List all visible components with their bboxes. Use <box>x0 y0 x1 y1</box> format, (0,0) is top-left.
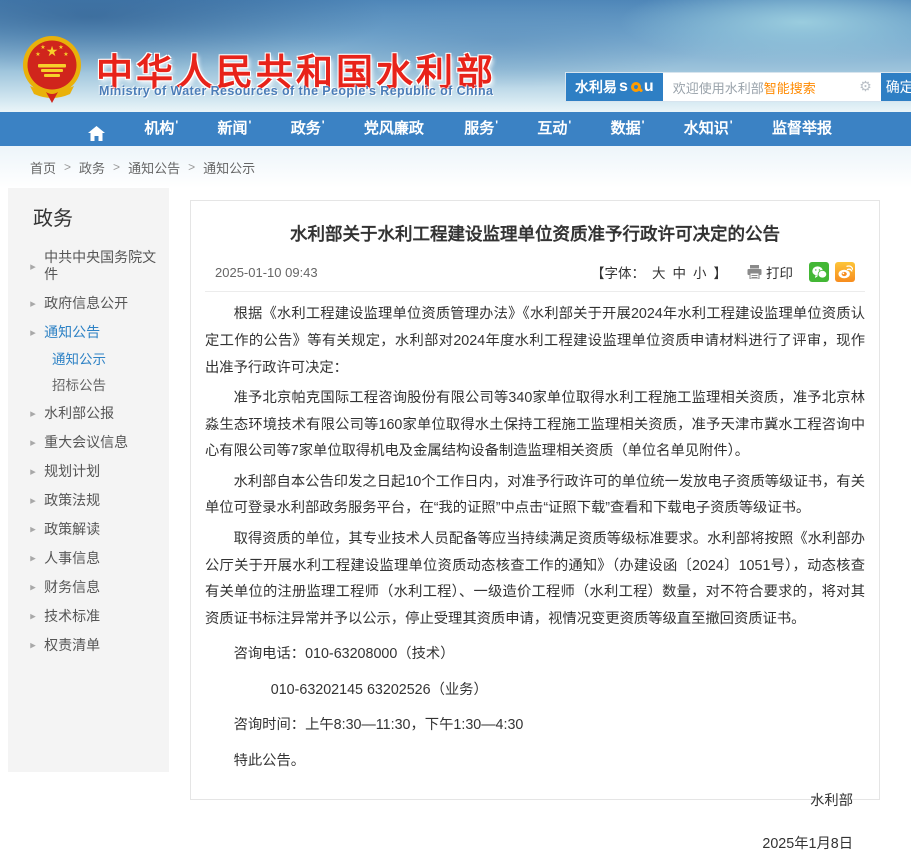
triangle-icon: ▶ <box>30 551 36 566</box>
svg-text:★: ★ <box>63 51 68 58</box>
triangle-icon: ▶ <box>30 493 36 508</box>
site-subtitle: Ministry of Water Resources of the Peopl… <box>99 84 493 98</box>
breadcrumb-separator: > <box>188 160 195 174</box>
sidebar-item-renshixinxi[interactable]: ▶人事信息 <box>8 544 169 573</box>
svg-text:★: ★ <box>46 43 59 59</box>
nav-item-shuizhishi[interactable]: 水知识' <box>684 112 733 146</box>
site-banner: ★ ★ ★ ★ ★ 中华人民共和国水利部 Ministry of Water R… <box>0 0 911 112</box>
triangle-icon: ▶ <box>30 435 36 450</box>
nav-item-xinwen[interactable]: 新闻' <box>218 112 252 146</box>
paragraph: 根据《水利工程建设监理单位资质管理办法》《水利部关于开展2024年水利工程建设监… <box>205 301 865 381</box>
gear-icon[interactable]: ⚙ <box>859 80 872 94</box>
contact-time-line: 咨询时间：上午8:30—11:30，下午1:30—4:30 <box>205 712 865 739</box>
font-label-close: 】 <box>714 262 728 282</box>
triangle-icon: ▶ <box>30 406 36 421</box>
triangle-icon: ▶ <box>30 325 36 340</box>
sidebar: 政务 ▶中共中央国务院文件 ▶政府信息公开 ▶通知公告 通知公示 招标公告 ▶水… <box>8 188 169 772</box>
magnifier-icon <box>631 82 641 92</box>
search-input[interactable]: 欢迎使用水利部 智能搜索 ⚙ <box>663 73 879 101</box>
sidebar-item-zhonggong-wenjian[interactable]: ▶中共中央国务院文件 <box>8 243 169 289</box>
article-title: 水利部关于水利工程建设监理单位资质准予行政许可决定的公告 <box>205 201 865 247</box>
triangle-icon: ▶ <box>30 638 36 653</box>
contact-phone-line-1: 咨询电话：010-63208000（技术） <box>205 641 865 668</box>
search-placeholder-highlight: 智能搜索 <box>764 78 816 97</box>
triangle-icon: ▶ <box>30 258 36 273</box>
signature-name: 水利部 <box>205 789 853 810</box>
sidebar-subitem-zhaobiaogonggao[interactable]: 招标公告 <box>8 373 169 399</box>
search-confirm-button[interactable]: 确定 <box>879 73 911 101</box>
search-bar: 水利易 s u 欢迎使用水利部 智能搜索 ⚙ 确定 <box>565 72 911 102</box>
closing-line: 特此公告。 <box>205 748 865 775</box>
font-size-medium[interactable]: 中 <box>673 262 687 282</box>
nav-item-jiandujubao[interactable]: 监督举报 <box>772 112 833 146</box>
nav-item-hudong[interactable]: 互动' <box>537 112 571 146</box>
svg-text:★: ★ <box>40 44 45 51</box>
triangle-icon: ▶ <box>30 522 36 537</box>
sidebar-item-quanzeqingdan[interactable]: ▶权责清单 <box>8 631 169 660</box>
sidebar-item-huiyixinxi[interactable]: ▶重大会议信息 <box>8 428 169 457</box>
search-brand: 水利易 s u <box>566 73 663 101</box>
font-size-large[interactable]: 大 <box>652 262 666 282</box>
article-container: 水利部关于水利工程建设监理单位资质准予行政许可决定的公告 2025-01-10 … <box>190 200 880 800</box>
breadcrumb-home[interactable]: 首页 <box>30 158 56 177</box>
search-placeholder: 欢迎使用水利部 <box>673 78 764 97</box>
sidebar-subitem-tongzhigongshi[interactable]: 通知公示 <box>8 347 169 373</box>
breadcrumb-separator: > <box>113 160 120 174</box>
contact-phone-line-2: 010-63202145 63202526（业务） <box>205 677 865 704</box>
page: ★ ★ ★ ★ ★ 中华人民共和国水利部 Ministry of Water R… <box>0 0 911 785</box>
sidebar-heading: 政务 <box>8 188 169 243</box>
breadcrumb-separator: > <box>64 160 71 174</box>
search-brand-u: u <box>644 78 654 96</box>
article-body: 根据《水利工程建设监理单位资质管理办法》《水利部关于开展2024年水利工程建设监… <box>205 292 865 774</box>
print-label: 打印 <box>766 262 793 282</box>
nav-item-shuju[interactable]: 数据' <box>611 112 645 146</box>
svg-text:★: ★ <box>35 51 40 58</box>
publish-date: 2025-01-10 09:43 <box>215 265 318 280</box>
breadcrumb: 首页 > 政务 > 通知公告 > 通知公示 <box>0 146 911 188</box>
nav-item-dangfeng[interactable]: 党风廉政 <box>364 112 425 146</box>
triangle-icon: ▶ <box>30 464 36 479</box>
breadcrumb-zhengwu[interactable]: 政务 <box>79 158 105 177</box>
nav-item-jigou[interactable]: 机构' <box>144 112 178 146</box>
wechat-share-icon[interactable] <box>809 262 829 282</box>
triangle-icon: ▶ <box>30 609 36 624</box>
printer-icon <box>747 265 762 279</box>
sidebar-item-jishubiaozhun[interactable]: ▶技术标准 <box>8 602 169 631</box>
triangle-icon: ▶ <box>30 296 36 311</box>
sidebar-item-zhengcefagui[interactable]: ▶政策法规 <box>8 486 169 515</box>
main-area: 政务 ▶中共中央国务院文件 ▶政府信息公开 ▶通知公告 通知公示 招标公告 ▶水… <box>0 188 911 785</box>
weibo-share-icon[interactable] <box>835 262 855 282</box>
font-label-open: 【字体： <box>591 262 645 282</box>
national-emblem-icon: ★ ★ ★ ★ ★ <box>20 34 84 104</box>
sidebar-item-xinxigongkai[interactable]: ▶政府信息公开 <box>8 289 169 318</box>
font-size-control: 【字体： 大 中 小 】 <box>591 262 727 282</box>
sidebar-item-guihuajihua[interactable]: ▶规划计划 <box>8 457 169 486</box>
paragraph: 取得资质的单位，其专业技术人员配备等应当持续满足资质等级标准要求。水利部将按照《… <box>205 526 865 632</box>
sidebar-item-caiwuxinxi[interactable]: ▶财务信息 <box>8 573 169 602</box>
nav-item-zhengwu[interactable]: 政务' <box>291 112 325 146</box>
nav-item-fuwu[interactable]: 服务' <box>464 112 498 146</box>
breadcrumb-tongzhigonggao[interactable]: 通知公告 <box>128 158 180 177</box>
paragraph: 水利部自本公告印发之日起10个工作日内，对准予行政许可的单位统一发放电子资质等级… <box>205 469 865 522</box>
breadcrumb-tongzhigongshi[interactable]: 通知公示 <box>203 158 255 177</box>
print-button[interactable]: 打印 <box>747 262 793 282</box>
article-meta-row: 2025-01-10 09:43 【字体： 大 中 小 】 <box>205 247 865 292</box>
svg-text:★: ★ <box>58 44 63 51</box>
signature-date: 2025年1月8日 <box>205 832 853 853</box>
home-icon[interactable] <box>88 117 105 141</box>
sidebar-item-tongzhigonggao[interactable]: ▶通知公告 <box>8 318 169 347</box>
main-nav: 机构' 新闻' 政务' 党风廉政 服务' 互动' 数据' 水知识' 监督举报 <box>0 112 911 146</box>
signature-block: 水利部 2025年1月8日 <box>205 789 865 853</box>
search-brand-s: s <box>619 78 628 96</box>
font-size-small[interactable]: 小 <box>693 262 707 282</box>
paragraph: 准予北京帕克国际工程咨询股份有限公司等340家单位取得水利工程施工监理相关资质，… <box>205 385 865 465</box>
sidebar-item-zhengcejiedu[interactable]: ▶政策解读 <box>8 515 169 544</box>
sidebar-item-gongbao[interactable]: ▶水利部公报 <box>8 399 169 428</box>
triangle-icon: ▶ <box>30 580 36 595</box>
search-brand-cn: 水利易 <box>575 77 617 97</box>
